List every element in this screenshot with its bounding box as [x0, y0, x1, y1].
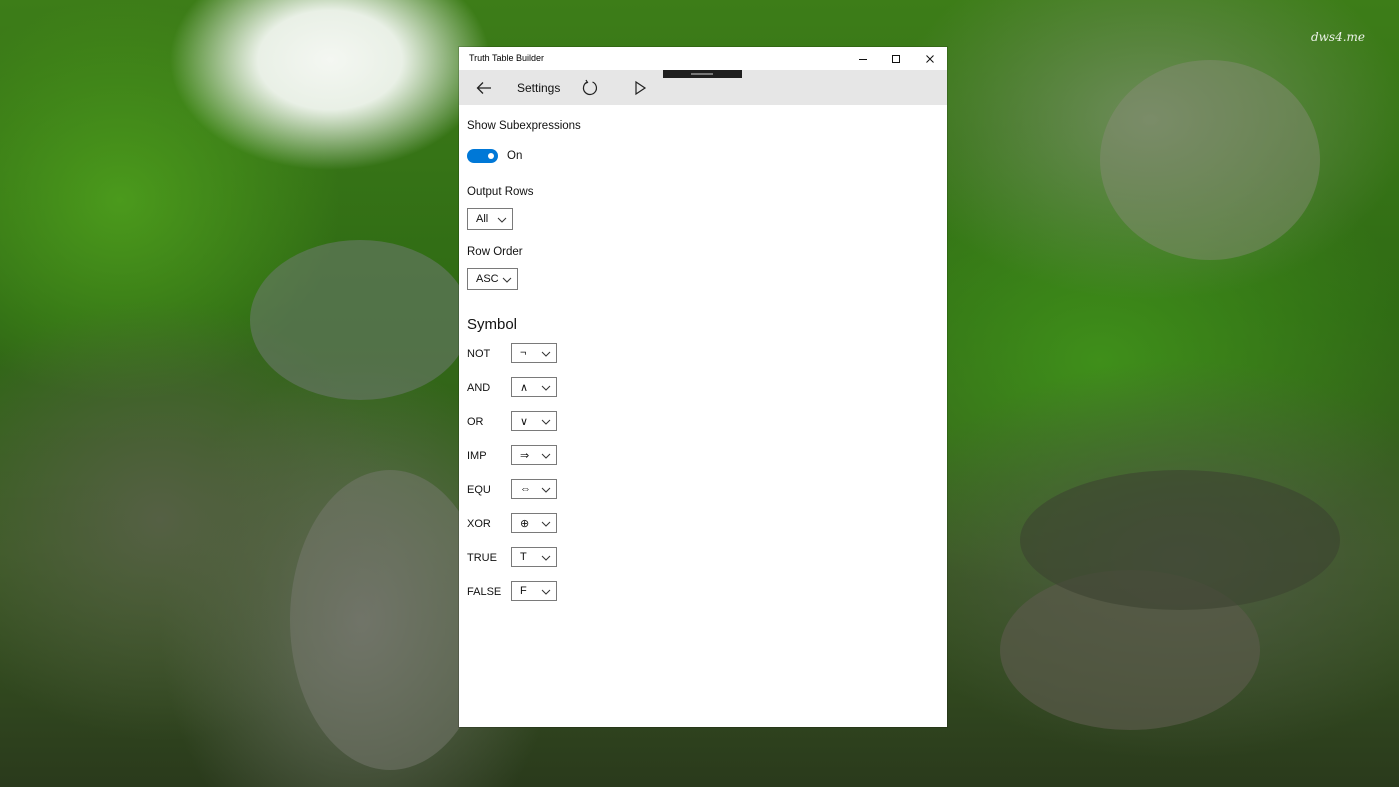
- back-button[interactable]: [471, 75, 497, 101]
- symbol-select-not[interactable]: ¬: [511, 343, 557, 363]
- drag-handle[interactable]: [663, 70, 742, 78]
- toggle-state-text: On: [507, 150, 523, 162]
- symbol-value-false: F: [520, 585, 527, 597]
- minimize-icon: [858, 58, 867, 60]
- symbol-label-true: TRUE: [467, 552, 497, 564]
- toggle-knob: [488, 153, 494, 159]
- chevron-down-icon: [541, 521, 551, 527]
- chevron-down-icon: [541, 555, 551, 561]
- page-title: Settings: [517, 81, 561, 95]
- maximize-icon: [891, 54, 900, 63]
- row-order-label: Row Order: [467, 246, 523, 258]
- chevron-down-icon: [541, 419, 551, 425]
- play-icon: [635, 80, 647, 96]
- wallpaper-rock: [1100, 60, 1320, 260]
- symbol-value-and: ∧: [520, 382, 529, 394]
- symbol-select-true[interactable]: T: [511, 547, 557, 567]
- symbol-value-equ: ⇔: [520, 483, 531, 495]
- symbol-label-xor: XOR: [467, 518, 491, 530]
- output-rows-label: Output Rows: [467, 186, 534, 198]
- chevron-down-icon: [541, 487, 551, 493]
- symbol-select-and[interactable]: ∧: [511, 377, 557, 397]
- refresh-button[interactable]: [577, 75, 603, 101]
- symbol-heading: Symbol: [467, 316, 518, 333]
- minimize-button[interactable]: [846, 47, 879, 70]
- wallpaper-rock: [250, 240, 470, 400]
- symbol-label-or: OR: [467, 416, 484, 428]
- command-bar: Settings: [459, 70, 947, 105]
- close-button[interactable]: [913, 47, 946, 70]
- output-rows-select[interactable]: All: [467, 208, 513, 230]
- symbol-value-or: ∨: [520, 416, 529, 428]
- wallpaper-rock: [1020, 470, 1340, 610]
- chevron-down-icon: [502, 277, 512, 283]
- symbol-value-not: ¬: [520, 347, 527, 359]
- title-bar[interactable]: Truth Table Builder: [459, 47, 947, 70]
- chevron-down-icon: [541, 385, 551, 391]
- chevron-down-icon: [497, 217, 507, 223]
- window-title: Truth Table Builder: [469, 53, 545, 63]
- symbol-label-equ: EQU: [467, 484, 491, 496]
- symbol-select-false[interactable]: F: [511, 581, 557, 601]
- drag-grip: [691, 73, 713, 75]
- back-arrow-icon: [476, 82, 491, 94]
- run-button[interactable]: [627, 75, 653, 101]
- symbol-label-imp: IMP: [467, 450, 487, 462]
- row-order-value: ASC: [476, 273, 499, 285]
- symbol-value-imp: ⇒: [520, 450, 530, 462]
- show-subexpressions-toggle[interactable]: [467, 149, 498, 163]
- symbol-select-or[interactable]: ∨: [511, 411, 557, 431]
- close-icon: [925, 54, 934, 63]
- symbol-select-imp[interactable]: ⇒: [511, 445, 557, 465]
- show-subexpressions-label: Show Subexpressions: [467, 120, 581, 132]
- chevron-down-icon: [541, 453, 551, 459]
- symbol-label-false: FALSE: [467, 586, 502, 598]
- refresh-icon: [582, 79, 598, 96]
- symbol-value-true: T: [520, 551, 527, 563]
- row-order-select[interactable]: ASC: [467, 268, 518, 290]
- symbol-select-xor[interactable]: ⊕: [511, 513, 557, 533]
- symbol-label-not: NOT: [467, 348, 491, 360]
- chevron-down-icon: [541, 351, 551, 357]
- wallpaper-watermark: dws4.me: [1310, 30, 1365, 44]
- symbol-select-equ[interactable]: ⇔: [511, 479, 557, 499]
- app-window: Truth Table Builder Settings Show Subexp…: [459, 47, 947, 727]
- maximize-button[interactable]: [879, 47, 912, 70]
- symbol-label-and: AND: [467, 382, 491, 394]
- output-rows-value: All: [476, 213, 489, 225]
- symbol-value-xor: ⊕: [520, 518, 530, 530]
- chevron-down-icon: [541, 589, 551, 595]
